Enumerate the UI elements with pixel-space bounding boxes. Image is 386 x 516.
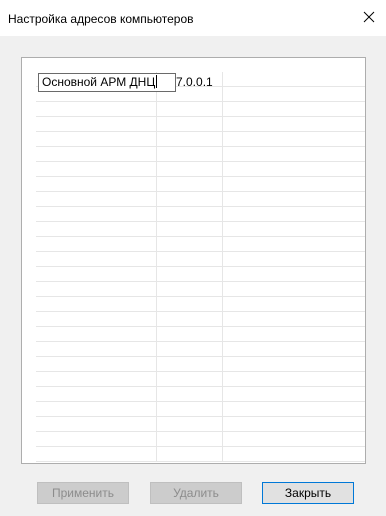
table-row[interactable]: [36, 102, 365, 117]
table-row[interactable]: [36, 447, 365, 462]
computers-grid[interactable]: 7.0.0.1 Основной АРМ ДНЦ: [21, 57, 366, 464]
close-window-button[interactable]: [352, 0, 386, 34]
table-row[interactable]: [36, 342, 365, 357]
table-row[interactable]: [36, 417, 365, 432]
close-button[interactable]: Закрыть: [262, 482, 354, 504]
table-row[interactable]: [36, 387, 365, 402]
computer-name-value: Основной АРМ ДНЦ: [42, 75, 156, 89]
table-row[interactable]: [36, 402, 365, 417]
table-row[interactable]: [36, 372, 365, 387]
table-row[interactable]: [36, 282, 365, 297]
table-row[interactable]: [36, 117, 365, 132]
table-row[interactable]: [36, 162, 365, 177]
table-row[interactable]: [36, 297, 365, 312]
table-row[interactable]: [36, 207, 365, 222]
computer-name-editor[interactable]: Основной АРМ ДНЦ: [38, 73, 176, 92]
table-row[interactable]: [36, 237, 365, 252]
delete-button[interactable]: Удалить: [150, 482, 242, 504]
table-row[interactable]: [36, 147, 365, 162]
table-row[interactable]: [36, 192, 365, 207]
table-row[interactable]: [36, 357, 365, 372]
table-row[interactable]: [36, 327, 365, 342]
ip-address-cell[interactable]: 7.0.0.1: [176, 75, 213, 89]
window-title: Настройка адресов компьютеров: [8, 12, 194, 26]
text-caret: [156, 75, 158, 88]
table-row[interactable]: [36, 432, 365, 447]
close-icon: [363, 11, 375, 23]
title-bar: Настройка адресов компьютеров: [0, 0, 386, 36]
table-row[interactable]: [36, 177, 365, 192]
table-row[interactable]: [36, 312, 365, 327]
table-row[interactable]: [36, 132, 365, 147]
table-row[interactable]: [36, 267, 365, 282]
address-settings-dialog: Настройка адресов компьютеров 7.0.0.1 Ос…: [0, 0, 386, 516]
table-row[interactable]: [36, 252, 365, 267]
grid-body: 7.0.0.1 Основной АРМ ДНЦ: [36, 72, 365, 462]
apply-button[interactable]: Применить: [37, 482, 129, 504]
table-row[interactable]: [36, 222, 365, 237]
